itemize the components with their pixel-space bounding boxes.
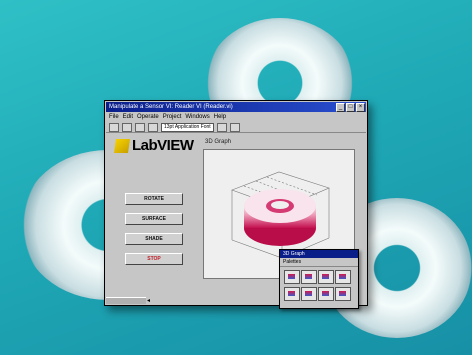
menu-project[interactable]: Project xyxy=(163,113,182,121)
horizontal-scrollbar[interactable] xyxy=(106,297,146,304)
run-continuous-icon[interactable] xyxy=(122,122,132,132)
menu-windows[interactable]: Windows xyxy=(185,113,209,121)
surface-button[interactable]: SURFACE xyxy=(125,213,183,225)
palette-graph-icon[interactable] xyxy=(318,287,334,301)
palette-subtitle: Palettes xyxy=(280,258,358,267)
labview-logo-text: LabVIEW xyxy=(132,137,194,154)
run-icon[interactable] xyxy=(109,122,119,132)
distribute-icon[interactable] xyxy=(229,122,240,132)
close-button[interactable]: × xyxy=(356,103,365,112)
torus-surface xyxy=(244,189,316,246)
palette-graph-icon[interactable] xyxy=(335,270,351,284)
palette-graph-icon[interactable] xyxy=(284,270,300,284)
align-icon[interactable] xyxy=(216,122,227,132)
palette-title: 3D Graph xyxy=(280,250,358,258)
toolbar: 13pt Application Font xyxy=(106,122,366,133)
labview-logo-icon xyxy=(114,138,130,153)
palette-graph-icon[interactable] xyxy=(318,270,334,284)
rotate-button[interactable]: ROTATE xyxy=(125,193,183,205)
labview-logo: LabVIEW xyxy=(114,137,194,154)
graph-palette[interactable]: 3D Graph Palettes xyxy=(279,249,359,309)
menu-help[interactable]: Help xyxy=(214,113,226,121)
menu-operate[interactable]: Operate xyxy=(137,113,159,121)
maximize-button[interactable]: □ xyxy=(346,103,355,112)
palette-graph-icon[interactable] xyxy=(284,287,300,301)
stop-button[interactable]: STOP xyxy=(125,253,183,265)
palette-graph-icon[interactable] xyxy=(335,287,351,301)
labview-window: Manipulate a Sensor VI: Reader VI (Reade… xyxy=(104,100,368,309)
menu-edit[interactable]: Edit xyxy=(123,113,133,121)
graph-label: 3D Graph xyxy=(205,139,232,145)
menu-bar: File Edit Operate Project Windows Help xyxy=(106,113,366,121)
window-title-bar[interactable]: Manipulate a Sensor VI: Reader VI (Reade… xyxy=(106,102,366,112)
scroll-arrow-icon[interactable]: ◂ xyxy=(147,298,150,304)
pause-icon[interactable] xyxy=(148,122,158,132)
minimize-button[interactable]: _ xyxy=(336,103,345,112)
font-selector[interactable]: 13pt Application Font xyxy=(161,122,214,132)
window-title: Manipulate a Sensor VI: Reader VI (Reade… xyxy=(109,104,233,110)
menu-file[interactable]: File xyxy=(109,113,119,121)
shade-button[interactable]: SHADE xyxy=(125,233,183,245)
palette-graph-icon[interactable] xyxy=(301,270,317,284)
abort-icon[interactable] xyxy=(135,122,145,132)
palette-graph-icon[interactable] xyxy=(301,287,317,301)
